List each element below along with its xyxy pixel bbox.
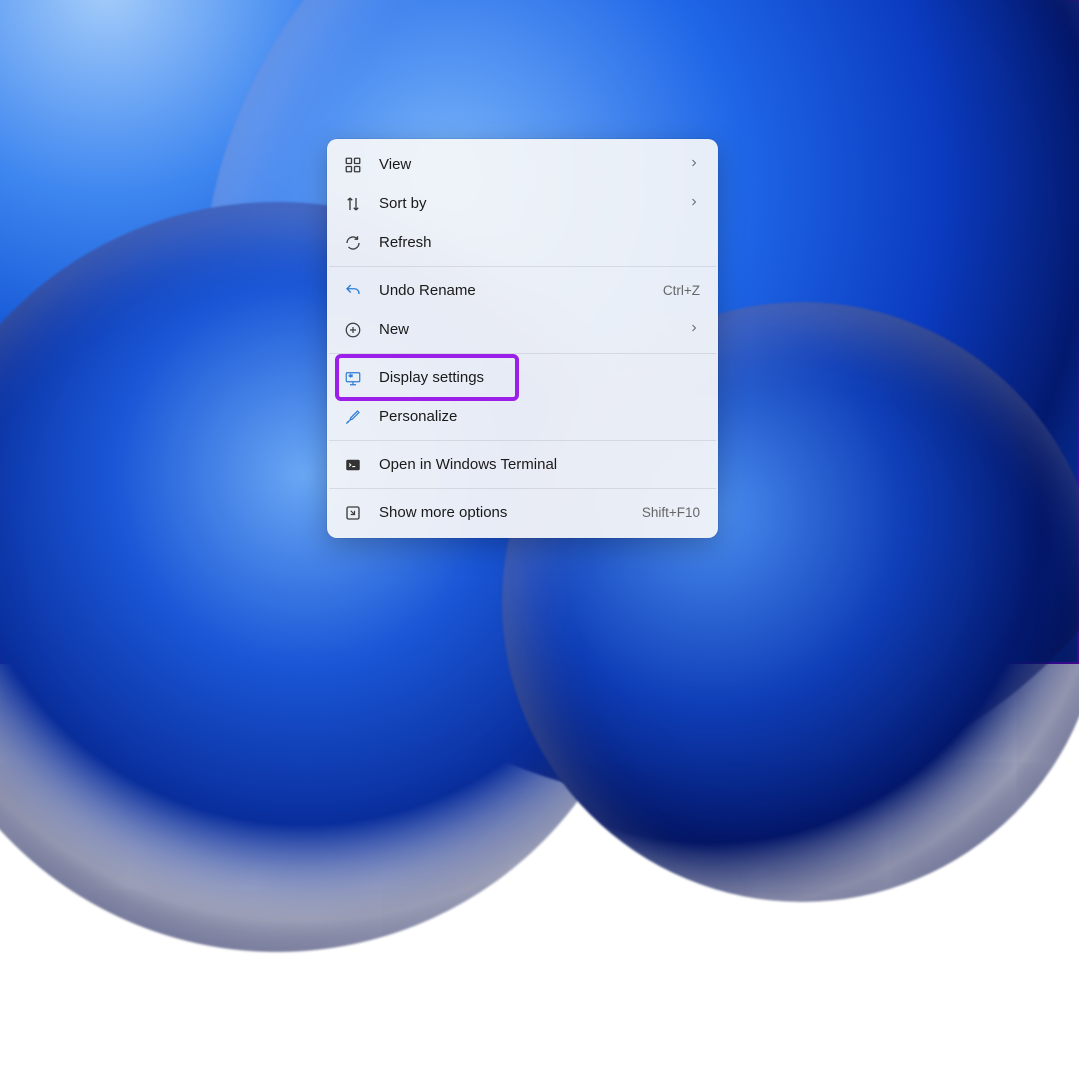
menu-item-view[interactable]: View [327,145,718,184]
menu-item-label: Undo Rename [379,282,663,299]
menu-item-label: Refresh [379,234,700,251]
menu-item-shortcut: Ctrl+Z [663,283,700,298]
chevron-right-icon [688,156,700,173]
menu-item-label: View [379,156,688,173]
menu-item-refresh[interactable]: Refresh [327,223,718,262]
undo-icon [343,281,363,301]
menu-item-sort-by[interactable]: Sort by [327,184,718,223]
chevron-right-icon [688,195,700,212]
refresh-icon [343,233,363,253]
menu-item-label: Personalize [379,408,700,425]
grid-icon [343,155,363,175]
menu-item-label: Sort by [379,195,688,212]
menu-item-shortcut: Shift+F10 [642,505,700,520]
plus-icon [343,320,363,340]
display-icon [343,368,363,388]
sort-icon [343,194,363,214]
expand-icon [343,503,363,523]
menu-item-open-terminal[interactable]: Open in Windows Terminal [327,445,718,484]
menu-item-personalize[interactable]: Personalize [327,397,718,436]
brush-icon [343,407,363,427]
chevron-right-icon [688,321,700,338]
menu-item-label: New [379,321,688,338]
menu-item-undo-rename[interactable]: Undo Rename Ctrl+Z [327,271,718,310]
menu-item-label: Open in Windows Terminal [379,456,700,473]
menu-separator [329,353,716,354]
menu-item-label: Show more options [379,504,642,521]
desktop-context-menu: View Sort by Refresh Undo Rename Ctrl+Z … [327,139,718,538]
menu-item-label: Display settings [379,369,700,386]
menu-separator [329,440,716,441]
menu-item-show-more-options[interactable]: Show more options Shift+F10 [327,493,718,532]
menu-item-display-settings[interactable]: Display settings [327,358,718,397]
menu-separator [329,488,716,489]
menu-separator [329,266,716,267]
terminal-icon [343,455,363,475]
menu-item-new[interactable]: New [327,310,718,349]
